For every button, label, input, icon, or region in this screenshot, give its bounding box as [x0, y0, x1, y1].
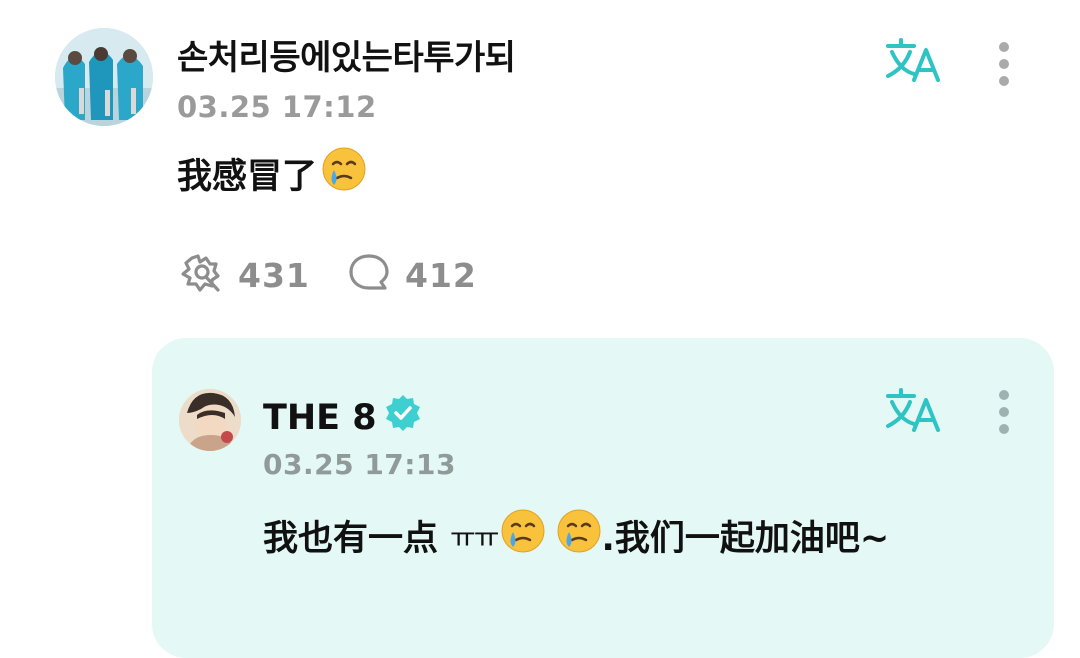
face-holding-back-tears-icon	[321, 146, 367, 201]
reply-message-part1: 我也有一点	[263, 519, 439, 559]
comment-icon	[347, 252, 391, 298]
post-username[interactable]: 손처리등에있는타투가되	[177, 30, 516, 79]
reply-username[interactable]: THE 8	[263, 393, 423, 442]
face-holding-back-tears-icon	[556, 508, 602, 563]
face-holding-back-tears-icon	[500, 508, 546, 563]
reply-more-options-icon[interactable]	[994, 388, 1014, 436]
reply-message-crying: ㅠㅠ	[450, 520, 500, 554]
like-button[interactable]: 431	[178, 252, 310, 298]
translate-icon[interactable]	[884, 36, 944, 86]
reply-message: 我也有一点 ㅠㅠ .我们一起加油吧~	[263, 508, 889, 563]
post-message-text: 我感冒了	[177, 157, 318, 197]
post: 손처리등에있는타투가되 03.25 17:12 我感冒了 431 412	[0, 0, 1080, 330]
like-icon	[178, 252, 224, 298]
reply-avatar[interactable]	[179, 389, 241, 451]
user-avatar[interactable]	[55, 28, 153, 126]
reply-translate-icon[interactable]	[884, 386, 944, 436]
like-count: 431	[238, 255, 310, 295]
reply-username-text: THE 8	[263, 397, 377, 438]
post-timestamp: 03.25 17:12	[177, 90, 377, 124]
verified-badge-icon	[383, 393, 423, 442]
more-options-icon[interactable]	[994, 40, 1014, 88]
post-message: 我感冒了	[177, 146, 367, 201]
reply-message-part3: .我们一起加油吧~	[601, 519, 890, 559]
comment-button[interactable]: 412	[347, 252, 477, 298]
comment-count: 412	[405, 255, 477, 295]
reply-timestamp: 03.25 17:13	[263, 448, 456, 481]
